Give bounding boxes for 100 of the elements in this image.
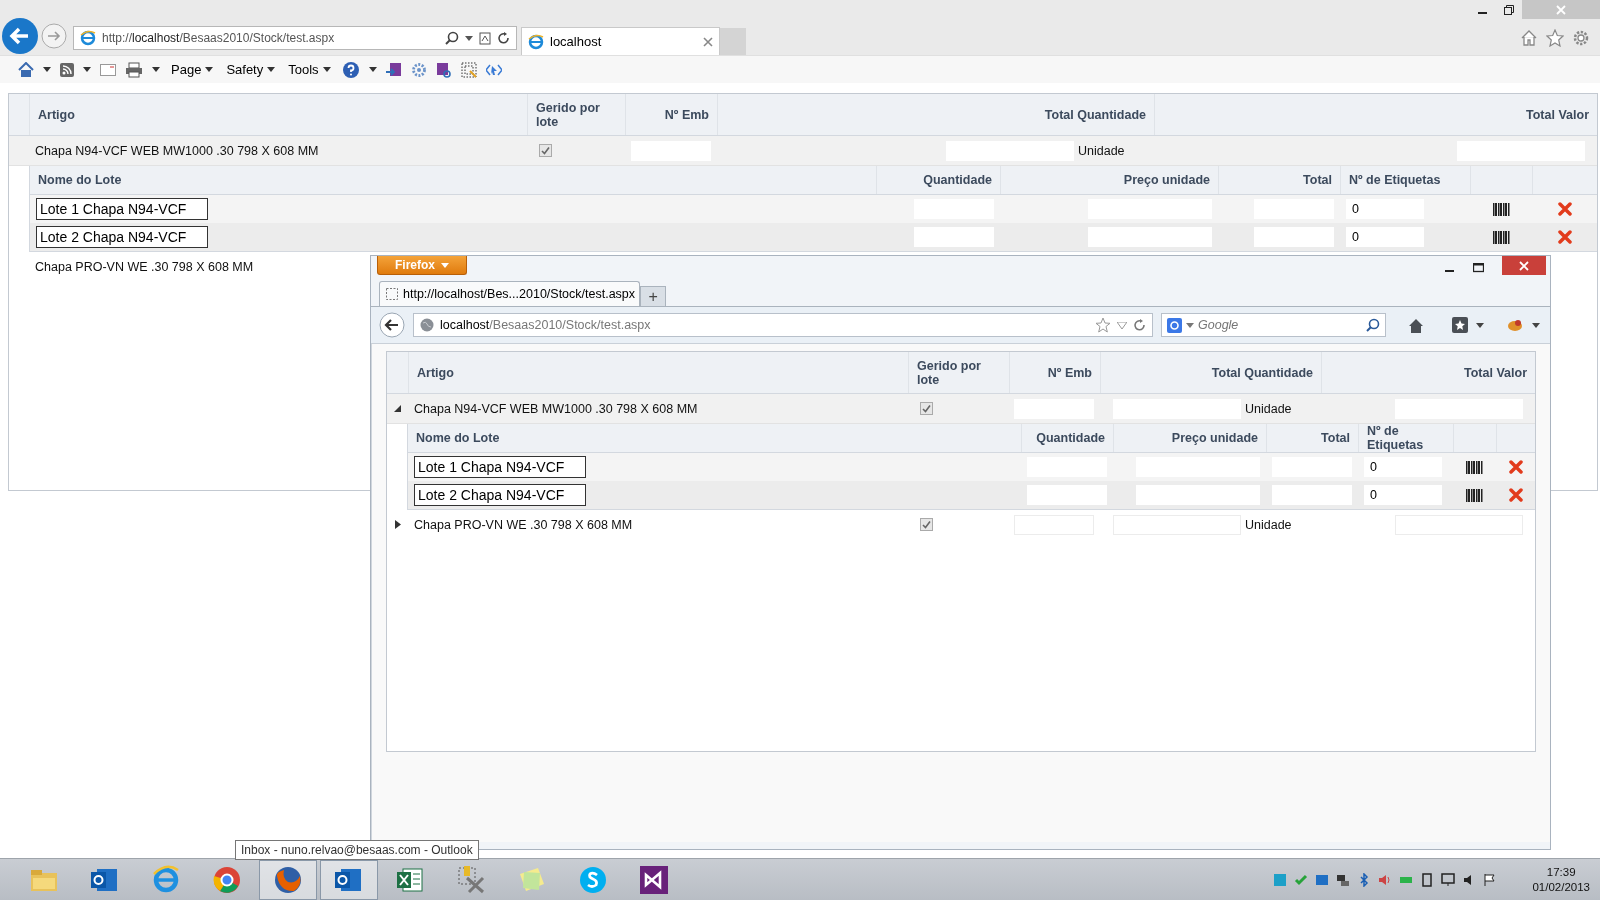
caret-icon[interactable] <box>43 67 51 72</box>
labels-field[interactable]: 0 <box>1364 485 1442 505</box>
note-icon[interactable] <box>385 61 402 78</box>
caret-icon[interactable] <box>205 67 214 72</box>
check-icon <box>921 403 932 414</box>
delete-icon[interactable] <box>1508 460 1523 474</box>
restore-icon[interactable] <box>1504 4 1514 15</box>
home-icon[interactable] <box>1520 29 1538 47</box>
lot-name-field[interactable]: Lote 2 Chapa N94-VCF <box>414 484 586 506</box>
home-icon[interactable] <box>1408 317 1424 333</box>
settings-icon[interactable] <box>1572 29 1590 47</box>
browser-tab[interactable]: localhost <box>521 27 720 55</box>
labels-field[interactable]: 0 <box>1346 199 1424 219</box>
column-header: Quantidade <box>1021 424 1113 452</box>
note-link-icon[interactable] <box>435 61 452 78</box>
column-header: Nome do Lote <box>37 172 123 189</box>
taskbar-button[interactable] <box>320 859 378 900</box>
search-icon[interactable] <box>1366 318 1380 332</box>
clock[interactable]: 17:39 01/02/2013 <box>1532 864 1590 895</box>
home-icon[interactable] <box>18 61 34 78</box>
lot-name-field[interactable]: Lote 2 Chapa N94-VCF <box>36 226 208 248</box>
lot-name-field[interactable]: Lote 1 Chapa N94-VCF <box>36 198 208 220</box>
addon-icon[interactable] <box>1506 318 1524 332</box>
expand-arrow-icon[interactable] <box>394 520 401 529</box>
caret-icon[interactable] <box>322 67 331 72</box>
feed-icon[interactable] <box>60 62 74 77</box>
column-header: Total Quantidade <box>1100 352 1321 393</box>
column-header: Artigo <box>408 352 908 393</box>
labels-field[interactable]: 0 <box>1364 457 1442 477</box>
checkbox[interactable] <box>920 518 933 531</box>
collapse-arrow-icon[interactable] <box>394 405 401 412</box>
barcode-icon[interactable] <box>1492 230 1510 244</box>
search-field[interactable]: Google <box>1161 313 1386 337</box>
address-field[interactable]: http://localhost/Besaas2010/Stock/test.aspx <box>73 26 517 50</box>
caret-icon[interactable] <box>152 67 160 72</box>
ide-icon <box>638 863 670 896</box>
delete-icon[interactable] <box>1508 488 1523 502</box>
column-header: Nº Emb <box>625 94 717 135</box>
caret-icon[interactable] <box>368 67 377 72</box>
help-icon[interactable] <box>341 60 360 79</box>
pointer-icon[interactable] <box>485 62 502 77</box>
unit-label: Unidade <box>1245 401 1293 416</box>
back-button[interactable] <box>379 312 405 338</box>
taskbar-button[interactable] <box>259 859 317 900</box>
device-icon[interactable] <box>1420 872 1435 887</box>
favorites-icon[interactable] <box>1546 29 1564 47</box>
address-field[interactable]: localhost/Besaas2010/Stock/test.aspx <box>413 313 1153 337</box>
column-header: Total Quantidade <box>717 94 1154 135</box>
barcode-icon[interactable] <box>1466 488 1483 502</box>
grid-icon[interactable] <box>460 61 477 78</box>
browser-tab[interactable]: http://localhost/Bes...2010/Stock/test.aspx <box>379 281 641 306</box>
barcode-icon[interactable] <box>1492 202 1510 216</box>
column-header: Total <box>1266 424 1358 452</box>
bookmarks-icon[interactable] <box>1452 317 1468 333</box>
mail-icon[interactable] <box>100 63 116 76</box>
tools-icon <box>455 863 487 896</box>
compatibility-icon[interactable] <box>479 31 491 45</box>
menu-button[interactable]: Tools <box>286 62 333 77</box>
delete-icon[interactable] <box>1557 202 1572 216</box>
delete-icon[interactable] <box>1557 230 1572 244</box>
caret-icon[interactable] <box>83 67 91 72</box>
item-name: Chapa PRO-VN WE .30 798 X 608 MM <box>35 259 254 274</box>
menu-button[interactable]: Page <box>169 62 216 77</box>
refresh-icon[interactable] <box>497 31 510 45</box>
globe-icon <box>420 318 434 332</box>
caret-icon[interactable] <box>1532 322 1540 328</box>
column-header: Nome do Lote <box>415 430 501 447</box>
column-header: Preço unidade <box>1113 424 1266 452</box>
print-icon[interactable] <box>125 61 143 78</box>
lot-name-field[interactable]: Lote 1 Chapa N94-VCF <box>414 456 586 478</box>
item-name: Chapa N94-VCF WEB MW1000 .30 798 X 608 MM <box>35 143 319 158</box>
close-icon[interactable] <box>703 36 713 47</box>
checkbox[interactable] <box>920 402 933 415</box>
speaker-icon[interactable] <box>1378 872 1393 887</box>
maximize-icon[interactable] <box>1473 262 1484 273</box>
barcode-icon[interactable] <box>1466 460 1483 474</box>
dropdown-icon[interactable] <box>1117 321 1127 329</box>
refresh-icon[interactable] <box>1133 318 1146 332</box>
bookmark-star-icon[interactable] <box>1095 317 1111 333</box>
labels-field[interactable]: 0 <box>1346 227 1424 247</box>
close-icon <box>1556 4 1566 15</box>
new-tab-button[interactable]: + <box>640 286 667 306</box>
gear-icon[interactable] <box>410 61 427 78</box>
forward-button[interactable] <box>41 23 67 49</box>
monitor-icon[interactable] <box>1441 872 1456 887</box>
caret-icon[interactable] <box>1476 322 1484 328</box>
search-icon[interactable] <box>445 31 459 45</box>
caret-icon[interactable] <box>465 35 473 41</box>
page-icon <box>386 288 398 300</box>
menu-button[interactable]: Safety <box>224 62 278 77</box>
address-text: http://localhost/Besaas2010/Stock/test.aspx <box>102 31 336 45</box>
check-icon <box>540 145 551 156</box>
column-header: Gerido por lote <box>527 94 625 135</box>
flag-icon[interactable] <box>1483 872 1498 887</box>
checkbox[interactable] <box>539 144 552 157</box>
search-engine-icon[interactable] <box>1167 317 1182 333</box>
check-icon[interactable] <box>1294 872 1309 887</box>
browser-logo-icon <box>528 33 544 50</box>
close-button[interactable] <box>1502 256 1546 275</box>
caret-icon[interactable] <box>267 67 276 72</box>
